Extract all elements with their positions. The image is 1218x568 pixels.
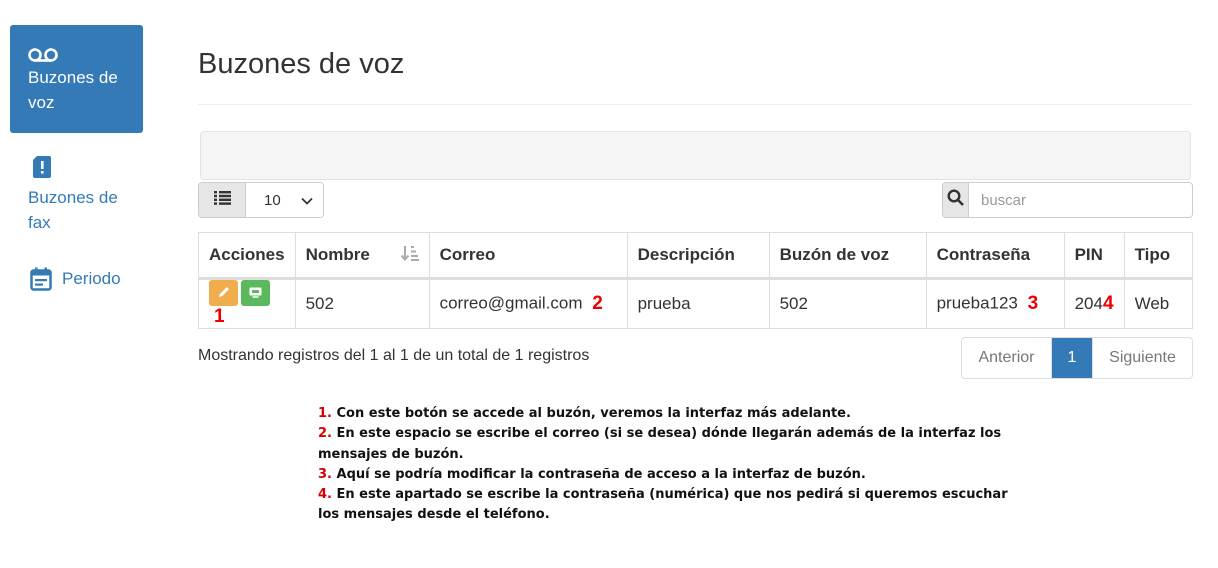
cell-pin[interactable]: 2044 xyxy=(1063,278,1125,329)
header-acciones: Acciones xyxy=(198,232,296,280)
annotation-marker: 1 xyxy=(214,306,225,327)
search-input[interactable] xyxy=(969,183,1192,217)
sort-icon[interactable] xyxy=(400,245,419,265)
note-item: 4. En este apartado se escribe la contra… xyxy=(318,485,1018,526)
voicemail-icon xyxy=(28,45,125,65)
cell-correo[interactable]: correo@gmail.com 2 xyxy=(428,278,628,329)
header-nombre[interactable]: Nombre xyxy=(294,232,430,280)
annotation-marker: 2 xyxy=(592,293,603,314)
sidebar-item-label: Periodo xyxy=(62,269,121,288)
email-value: correo@gmail.com xyxy=(439,293,583,313)
header-descripcion[interactable]: Descripción xyxy=(626,232,770,280)
annotation-marker: 4 xyxy=(1102,293,1114,314)
note-text: Aquí se podría modificar la contraseña d… xyxy=(331,466,866,482)
search-icon xyxy=(947,189,964,211)
header-correo[interactable]: Correo xyxy=(428,232,628,280)
page-title: Buzones de voz xyxy=(198,48,405,80)
header-label: Nombre xyxy=(305,245,370,264)
table-row: 1 502 correo@gmail.com 2 prueba 502 prue… xyxy=(198,278,1194,329)
header-buzon[interactable]: Buzón de voz xyxy=(768,232,927,280)
sidebar-item-buzones-voz[interactable]: Buzones de voz xyxy=(10,25,143,133)
note-text: En este apartado se escribe la contraseñ… xyxy=(318,487,1008,523)
fax-icon xyxy=(28,155,143,185)
note-number: 2. xyxy=(318,426,332,442)
sidebar-item-label: Buzones de voz xyxy=(28,68,118,112)
header-pin[interactable]: PIN xyxy=(1063,232,1125,280)
pagination-next[interactable]: Siguiente xyxy=(1092,338,1192,378)
calendar-icon xyxy=(30,267,52,291)
pagination: Anterior 1 Siguiente xyxy=(961,337,1193,379)
search-box xyxy=(942,182,1193,218)
note-number: 4. xyxy=(318,487,332,503)
pencil-icon xyxy=(218,283,230,303)
cell-acciones: 1 xyxy=(198,278,296,329)
page-size-select[interactable]: 10 xyxy=(246,183,323,217)
pagination-page-1[interactable]: 1 xyxy=(1052,338,1092,378)
column-toggle-button[interactable] xyxy=(199,183,246,217)
pin-value: 204 xyxy=(1074,294,1103,313)
header-tipo[interactable]: Tipo xyxy=(1123,232,1194,280)
chevron-down-icon xyxy=(301,192,313,209)
table-header-row: Acciones Nombre Correo Descripción Buzón… xyxy=(198,232,1194,280)
search-button[interactable] xyxy=(943,183,969,217)
note-number: 3. xyxy=(318,466,332,482)
note-item: 1. Con este botón se accede al buzón, ve… xyxy=(318,404,1018,424)
cell-contrasena[interactable]: prueba123 3 xyxy=(925,278,1065,329)
note-text: En este espacio se escribe el correo (si… xyxy=(318,426,1002,462)
edit-button[interactable] xyxy=(209,280,238,306)
note-item: 3. Aquí se podría modificar la contraseñ… xyxy=(318,465,1018,485)
list-icon xyxy=(213,190,231,210)
mailbox-icon xyxy=(249,283,262,303)
cell-nombre: 502 xyxy=(294,278,430,329)
note-text: Con este botón se accede al buzón, verem… xyxy=(331,406,851,421)
page-size-value: 10 xyxy=(264,191,281,209)
header-contrasena[interactable]: Contraseña xyxy=(925,232,1065,280)
pagination-previous[interactable]: Anterior xyxy=(962,338,1052,378)
cell-buzon: 502 xyxy=(768,278,927,329)
filter-panel xyxy=(200,131,1191,180)
voicemail-table: Acciones Nombre Correo Descripción Buzón… xyxy=(198,232,1194,329)
sidebar-item-label: Buzones de fax xyxy=(28,188,118,232)
note-item: 2. En este espacio se escribe el correo … xyxy=(318,424,1018,465)
table-controls: 10 xyxy=(198,182,324,218)
password-value: prueba123 xyxy=(936,293,1018,313)
cell-tipo: Web xyxy=(1123,278,1194,329)
annotation-marker: 3 xyxy=(1027,293,1039,314)
cell-descripcion: prueba xyxy=(626,278,770,329)
records-info: Mostrando registros del 1 al 1 de un tot… xyxy=(198,347,590,364)
annotation-notes: 1. Con este botón se accede al buzón, ve… xyxy=(318,404,1018,526)
divider xyxy=(198,104,1192,105)
sidebar-item-periodo[interactable]: Periodo xyxy=(10,266,143,291)
sidebar-item-buzones-fax[interactable]: Buzones de fax xyxy=(10,155,143,235)
open-mailbox-button[interactable] xyxy=(241,280,270,306)
note-number: 1. xyxy=(318,406,332,421)
